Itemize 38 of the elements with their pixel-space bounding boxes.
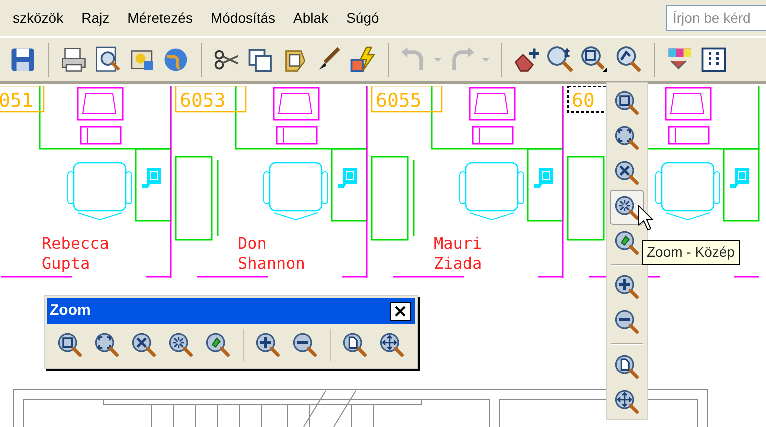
monitor-drawing xyxy=(273,87,320,145)
phone-icon xyxy=(338,168,357,188)
monitor-drawing xyxy=(469,87,516,145)
search-field[interactable]: Írjon be kérd xyxy=(666,5,766,31)
menu-item[interactable]: Rajz xyxy=(72,8,119,28)
person-name: Ziada xyxy=(434,254,482,273)
person-name: Gupta xyxy=(42,254,90,273)
phone-icon xyxy=(730,168,749,188)
person-name: Don xyxy=(238,234,267,253)
menu-item[interactable]: Méretezés xyxy=(118,8,202,28)
monitor-drawing xyxy=(77,87,124,145)
room-number-label: 6055 xyxy=(371,86,443,113)
monitor-drawing xyxy=(665,87,712,145)
person-name: Rebecca xyxy=(42,234,110,253)
chair-drawing xyxy=(264,162,328,221)
zoom-plus-minus-icon[interactable] xyxy=(546,44,576,74)
preview-icon[interactable] xyxy=(93,44,123,74)
phone-icon xyxy=(142,168,161,188)
chair-drawing xyxy=(68,162,132,221)
zoom-window-icon[interactable] xyxy=(580,44,610,74)
person-name: Mauri xyxy=(434,234,482,253)
window-title: Zoom xyxy=(50,300,91,321)
chair-drawing xyxy=(656,162,720,221)
chair-drawing xyxy=(460,162,524,221)
tooltip: Zoom - Közép xyxy=(642,240,740,265)
room-number-label: 6053 xyxy=(175,86,247,113)
lightning-icon[interactable] xyxy=(348,44,378,74)
menu-item[interactable]: Módosítás xyxy=(202,8,285,28)
menu-item[interactable]: Ablak xyxy=(284,8,338,28)
close-icon xyxy=(394,304,407,318)
cursor-icon xyxy=(638,205,654,231)
zoom-center-button[interactable] xyxy=(610,190,644,226)
phone-icon xyxy=(534,168,553,188)
person-name: Shannon xyxy=(238,254,306,273)
menu-item[interactable]: szközök xyxy=(4,8,73,28)
room-number-label: 051 xyxy=(0,86,45,113)
menu-item[interactable]: Súgó xyxy=(338,8,388,28)
close-button[interactable] xyxy=(390,302,411,320)
